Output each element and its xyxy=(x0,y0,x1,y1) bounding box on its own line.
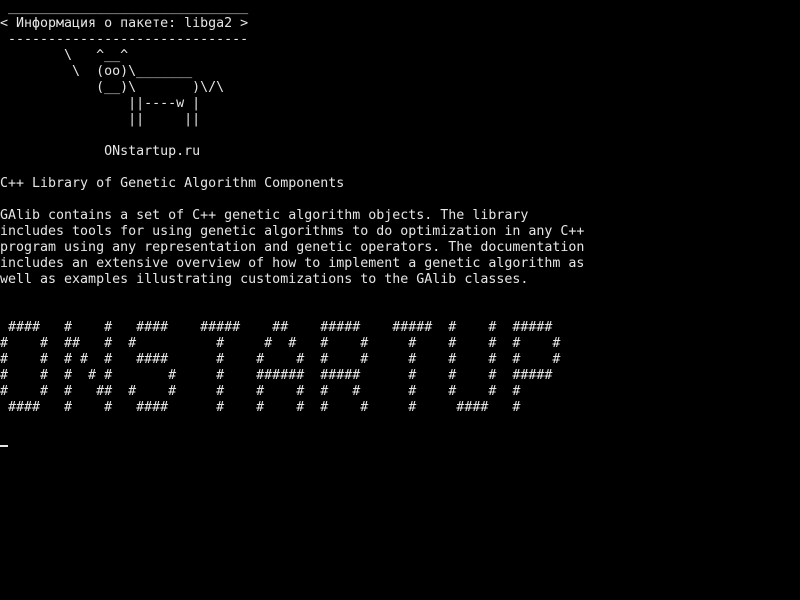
cow-art-line: (__)\ )\/\ xyxy=(0,80,225,95)
description-line: well as examples illustrating customizat… xyxy=(0,272,529,287)
cow-art-line: ||----w | xyxy=(0,96,201,111)
description-line: includes tools for using genetic algorit… xyxy=(0,224,585,239)
bubble-top-border: ______________________________ xyxy=(0,0,249,15)
cow-art-line: \ (oo)\_______ xyxy=(0,64,193,79)
description-line: GAlib contains a set of C++ genetic algo… xyxy=(0,208,529,223)
description-line: includes an extensive overview of how to… xyxy=(0,256,585,271)
bubble-text: < Информация о пакете: libga2 > xyxy=(0,16,249,31)
site-name: ONstartup.ru xyxy=(0,144,201,159)
banner-line: # # ## # # # # # # # # # # # # xyxy=(0,336,561,351)
cow-art-line: \ ^__^ xyxy=(0,48,129,63)
terminal-screen[interactable]: ______________________________ < Информа… xyxy=(0,0,800,600)
package-title: C++ Library of Genetic Algorithm Compone… xyxy=(0,176,345,191)
bubble-bottom-border: ------------------------------ xyxy=(0,32,249,47)
description-line: program using any representation and gen… xyxy=(0,240,585,255)
cow-art-line: || || xyxy=(0,112,201,127)
banner-line: #### # # #### ##### ## ##### ##### # # #… xyxy=(0,320,553,335)
banner-line: #### # # #### # # # # # # #### # xyxy=(0,400,521,415)
banner-line: # # # ## # # # # # # # # # # # xyxy=(0,384,521,399)
banner-line: # # # # # #### # # # # # # # # # # xyxy=(0,352,561,367)
banner-line: # # # # # # # ###### ##### # # # ##### xyxy=(0,368,553,383)
block-cursor-icon xyxy=(0,445,8,447)
